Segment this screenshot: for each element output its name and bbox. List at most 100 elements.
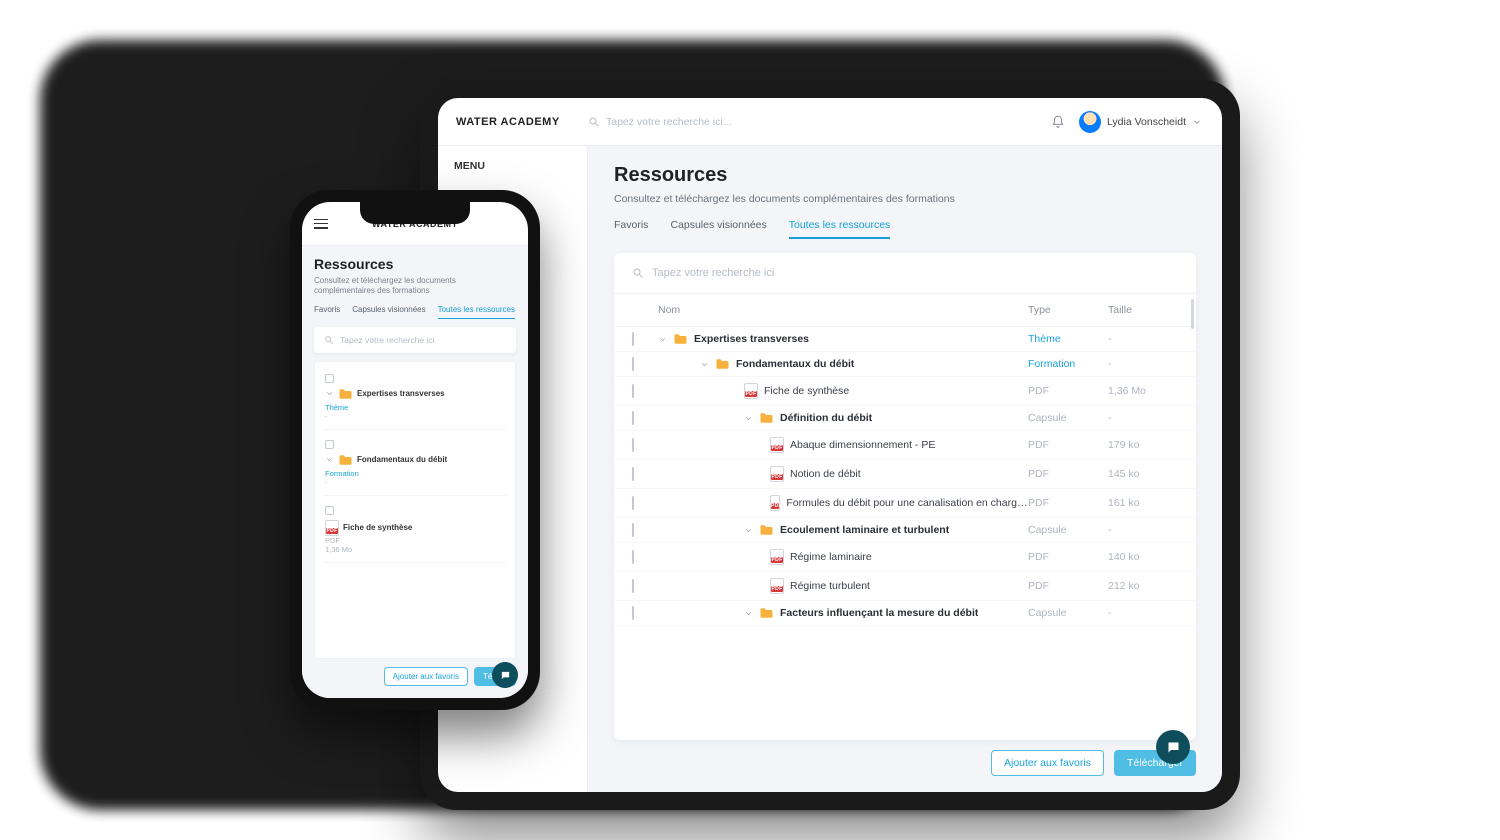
pdf-icon (770, 578, 784, 594)
global-search[interactable]: Tapez votre recherche ici... (588, 116, 1051, 128)
row-name: Ecoulement laminaire et turbulent (780, 524, 949, 536)
hamburger-icon[interactable] (314, 219, 328, 229)
checkbox[interactable] (632, 467, 634, 481)
phone-main: Ressources Consultez et téléchargez les … (302, 246, 528, 698)
tab-favoris[interactable]: Favoris (314, 305, 340, 319)
row-name: Fondamentaux du débit (357, 455, 447, 464)
pdf-icon (325, 520, 339, 536)
search-icon (588, 116, 600, 128)
scrollbar[interactable] (1191, 299, 1194, 329)
row-size: - (1108, 412, 1178, 424)
row-size: 145 ko (1108, 468, 1178, 480)
row-size: - (325, 478, 505, 487)
checkbox[interactable] (325, 374, 334, 383)
resources-panel: Tapez votre recherche ici Nom Type Taill… (614, 253, 1196, 740)
row-type: Formation (1028, 358, 1108, 370)
tab-capsules[interactable]: Capsules visionnées (352, 305, 425, 319)
tab-favoris[interactable]: Favoris (614, 219, 648, 239)
bell-icon[interactable] (1051, 115, 1065, 129)
phone-screen: WATER ACADEMY Ressources Consultez et té… (302, 202, 528, 698)
folder-row[interactable]: Facteurs influençant la mesure du débitC… (614, 601, 1196, 626)
checkbox[interactable] (632, 496, 634, 510)
user-menu[interactable]: Lydia Vonscheidt (1079, 111, 1202, 133)
chevron-down-icon[interactable] (325, 455, 334, 464)
folder-icon (338, 454, 353, 466)
tabs: Favoris Capsules visionnées Toutes les r… (314, 305, 516, 319)
checkbox[interactable] (632, 332, 634, 346)
col-type: Type (1028, 304, 1108, 316)
row-type: Thème (325, 403, 505, 412)
chat-fab[interactable] (492, 662, 518, 688)
row-name: Fondamentaux du débit (736, 358, 854, 370)
file-row[interactable]: Formules du débit pour une canalisation … (614, 489, 1196, 518)
folder-row[interactable]: Fondamentaux du débitFormation- (614, 352, 1196, 377)
checkbox[interactable] (632, 523, 634, 537)
row-name: Définition du débit (780, 412, 872, 424)
row-name: Fiche de synthèse (764, 385, 849, 397)
panel-search[interactable]: Tapez votre recherche ici (614, 253, 1196, 294)
folder-icon (759, 607, 774, 619)
tabs: Favoris Capsules visionnées Toutes les r… (614, 219, 1196, 239)
file-row[interactable]: Abaque dimensionnement - PEPDF179 ko (614, 431, 1196, 460)
checkbox[interactable] (632, 579, 634, 593)
row-name: Formules du débit pour une canalisation … (786, 497, 1028, 509)
chat-fab[interactable] (1156, 730, 1190, 764)
tab-all-resources[interactable]: Toutes les ressources (438, 305, 515, 319)
chevron-down-icon[interactable] (744, 609, 753, 618)
pdf-icon (770, 549, 784, 565)
panel-search-placeholder: Tapez votre recherche ici (340, 335, 435, 345)
row-type: Capsule (1028, 607, 1108, 619)
file-row[interactable]: Notion de débitPDF145 ko (614, 460, 1196, 489)
tab-all-resources[interactable]: Toutes les ressources (789, 219, 891, 239)
row-size: 161 ko (1108, 497, 1178, 509)
folder-row[interactable]: Expertises transversesThème- (614, 327, 1196, 352)
panel-search[interactable]: Tapez votre recherche ici (314, 327, 516, 353)
file-row[interactable]: Régime laminairePDF140 ko (614, 543, 1196, 572)
folder-row[interactable]: Définition du débit Capsule- (614, 406, 1196, 431)
checkbox[interactable] (632, 606, 634, 620)
row-type: Thème (1028, 333, 1108, 345)
row-type: PDF (1028, 580, 1108, 592)
row-type: Formation (325, 469, 505, 478)
row-size: - (1108, 524, 1178, 536)
checkbox[interactable] (325, 506, 334, 515)
chevron-down-icon[interactable] (744, 526, 753, 535)
chevron-down-icon[interactable] (658, 335, 667, 344)
add-favorites-button[interactable]: Ajouter aux favoris (991, 750, 1104, 776)
row-size: 1,36 Mo (1108, 385, 1178, 397)
checkbox[interactable] (632, 357, 634, 371)
panel-search-placeholder: Tapez votre recherche ici (652, 267, 774, 279)
checkbox[interactable] (632, 411, 634, 425)
avatar (1079, 111, 1101, 133)
tab-capsules[interactable]: Capsules visionnées (670, 219, 766, 239)
chevron-down-icon[interactable] (700, 360, 709, 369)
global-search-placeholder: Tapez votre recherche ici... (606, 116, 731, 128)
folder-row[interactable]: Ecoulement laminaire et turbulent Capsule… (614, 518, 1196, 543)
add-favorites-button[interactable]: Ajouter aux favoris (384, 667, 468, 686)
file-row[interactable]: Fiche de synthèsePDF1,36 Mo (614, 377, 1196, 406)
folder-icon (673, 333, 688, 345)
chevron-down-icon[interactable] (325, 389, 334, 398)
table-body: Expertises transversesThème- Fondamentaux… (614, 327, 1196, 740)
checkbox[interactable] (632, 550, 634, 564)
page-subtitle: Consultez et téléchargez les documents c… (614, 193, 1196, 205)
folder-icon (338, 388, 353, 400)
chat-icon (1166, 740, 1181, 755)
row-name: Régime laminaire (790, 551, 872, 563)
row-type: Capsule (1028, 524, 1108, 536)
checkbox[interactable] (632, 438, 634, 452)
pdf-icon (744, 383, 758, 399)
chevron-down-icon[interactable] (744, 414, 753, 423)
brand-logo: WATER ACADEMY (438, 116, 588, 128)
folder-row[interactable]: Expertises transversesThème- (323, 368, 507, 430)
checkbox[interactable] (325, 440, 334, 449)
checkbox[interactable] (632, 384, 634, 398)
file-row[interactable]: Régime turbulentPDF212 ko (614, 572, 1196, 601)
file-row[interactable]: Fiche de synthèsePDF1,36 Mo (323, 500, 507, 563)
app-header: WATER ACADEMY Tapez votre recherche ici.… (438, 98, 1222, 146)
folder-row[interactable]: Fondamentaux du débit Formation- (323, 434, 507, 496)
panel-actions: Ajouter aux favoris Télécharger (614, 750, 1196, 776)
page-title: Ressources (314, 256, 516, 272)
row-type: Capsule (1028, 412, 1108, 424)
phone-notch (360, 202, 470, 224)
